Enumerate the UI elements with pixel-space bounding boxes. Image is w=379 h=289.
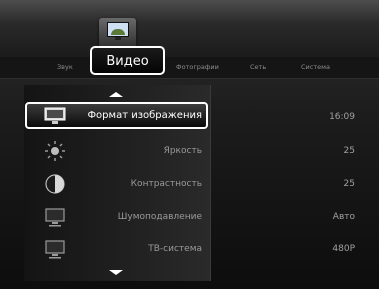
settings-screen: Звук Фотографии Сеть Система Видео Форма… bbox=[0, 0, 379, 289]
setting-value-contrast: 25 bbox=[343, 179, 355, 189]
picture-format-icon bbox=[44, 106, 66, 128]
tab-network[interactable]: Сеть bbox=[250, 63, 266, 71]
tab-photos[interactable]: Фотографии bbox=[176, 63, 219, 71]
setting-value-noise: Авто bbox=[332, 212, 355, 222]
setting-label-format[interactable]: Формат изображения bbox=[87, 110, 202, 121]
setting-value-format: 16:09 bbox=[329, 112, 355, 122]
setting-label-noise[interactable]: Шумоподавление bbox=[118, 212, 202, 222]
tab-audio[interactable]: Звук bbox=[57, 63, 73, 71]
tab-system[interactable]: Система bbox=[301, 63, 330, 71]
tv-system-icon bbox=[44, 238, 66, 260]
top-bar bbox=[0, 0, 379, 58]
setting-value-brightness: 25 bbox=[343, 146, 355, 156]
noise-reduction-icon bbox=[44, 206, 66, 228]
video-tab-icon bbox=[99, 18, 136, 48]
setting-value-tv-system: 480P bbox=[332, 244, 355, 254]
contrast-icon bbox=[44, 173, 66, 195]
setting-label-brightness[interactable]: Яркость bbox=[164, 146, 202, 156]
setting-label-tv-system[interactable]: ТВ-система bbox=[148, 244, 202, 254]
scroll-down-arrow[interactable] bbox=[109, 270, 123, 275]
tab-video[interactable]: Видео bbox=[90, 46, 165, 75]
brightness-icon bbox=[44, 140, 66, 162]
setting-label-contrast[interactable]: Контрастность bbox=[131, 179, 202, 189]
panel-divider bbox=[210, 85, 211, 281]
scroll-up-arrow[interactable] bbox=[109, 92, 123, 97]
